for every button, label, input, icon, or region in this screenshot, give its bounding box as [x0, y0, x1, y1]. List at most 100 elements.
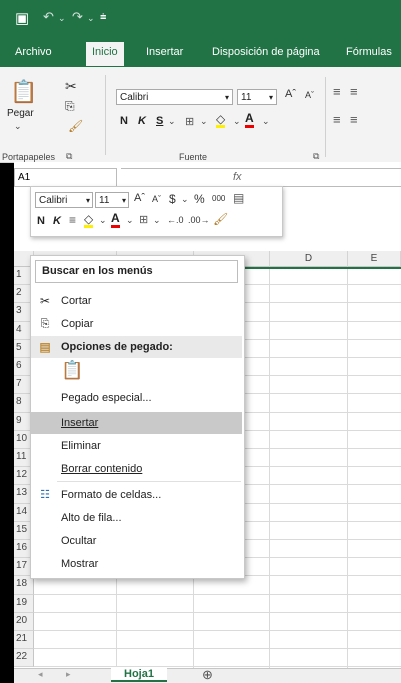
group-font-label: Fuente	[179, 152, 208, 162]
mini-font-size-select[interactable]: 11 ▾	[95, 192, 129, 208]
borders-icon[interactable]: ⊞	[185, 115, 194, 128]
paste-option-button[interactable]: 📋	[61, 360, 85, 384]
ribbon: 📋 Pegar ⌄ ✂ ⎘ 🖌 Calibri ▾ 11 ▾ Aˆ Aˇ ≡ ≡…	[0, 67, 401, 163]
tab-inicio[interactable]: Inicio	[86, 42, 124, 66]
font-size-select[interactable]: 11 ▾	[237, 89, 277, 105]
column-header-d[interactable]: D	[270, 251, 348, 267]
percent-button[interactable]: %	[194, 192, 205, 206]
formula-input[interactable]: fx	[121, 168, 401, 187]
dialog-launcher-icon[interactable]: ⧉	[313, 151, 319, 162]
save-icon[interactable]: ▣	[15, 9, 29, 27]
paste-label[interactable]: Pegar	[7, 108, 34, 119]
increase-decimal-icon[interactable]: ←.0	[167, 215, 184, 225]
increase-font-icon[interactable]: Aˆ	[134, 192, 145, 204]
increase-font-icon[interactable]: Aˆ	[285, 88, 296, 100]
menu-item-insert[interactable]: Insertar	[31, 412, 242, 434]
menu-search-input[interactable]: Buscar en los menús	[35, 260, 238, 283]
align-center-icon[interactable]: ≡	[69, 213, 76, 227]
cut-icon[interactable]: ✂	[65, 78, 77, 95]
undo-dropdown-icon[interactable]: ⌄	[58, 13, 66, 24]
mini-toolbar: Calibri ▾ 11 ▾ Aˆ Aˇ $ ⌄ % 000 ▤ N K ≡ ◇…	[30, 186, 283, 237]
chevron-down-icon[interactable]: ⌄	[99, 215, 107, 226]
tab-disposicion[interactable]: Disposición de página	[212, 46, 320, 58]
align-center-icon[interactable]: ≡	[350, 112, 358, 127]
menu-item-label: Formato de celdas...	[61, 489, 162, 501]
chevron-down-icon[interactable]: ⌄	[233, 116, 241, 127]
decrease-font-icon[interactable]: Aˇ	[152, 194, 161, 204]
column-header-e[interactable]: E	[348, 251, 401, 267]
decrease-font-icon[interactable]: Aˇ	[305, 90, 314, 100]
scroll-left-icon[interactable]: ◂	[38, 669, 43, 680]
menu-item-cut[interactable]: ✂ Cortar	[31, 290, 242, 312]
menu-item-clear-contents[interactable]: Borrar contenido	[31, 458, 242, 480]
font-color-icon[interactable]: A	[245, 112, 254, 128]
menu-item-label: Alto de fila...	[61, 512, 122, 524]
group-clipboard-label: Portapapeles	[2, 152, 56, 162]
fx-label[interactable]: fx	[233, 171, 242, 183]
font-name-select[interactable]: Calibri ▾	[116, 89, 233, 105]
chevron-down-icon: ▾	[268, 93, 273, 102]
fill-color-icon[interactable]: ◇	[84, 213, 94, 228]
thousands-button[interactable]: 000	[212, 194, 225, 203]
row-header[interactable]: 21	[14, 631, 34, 650]
align-top-icon[interactable]: ≡	[333, 84, 341, 99]
menu-item-hide[interactable]: Ocultar	[31, 530, 242, 552]
add-sheet-button[interactable]: ⊕	[202, 667, 213, 683]
paste-dropdown-icon[interactable]: ⌄	[14, 121, 22, 132]
tab-archivo[interactable]: Archivo	[15, 46, 52, 58]
decrease-decimal-icon[interactable]: .00→	[188, 215, 210, 225]
mini-italic-button[interactable]: K	[53, 215, 61, 227]
tab-insertar[interactable]: Insertar	[146, 46, 183, 58]
grid-line	[34, 611, 401, 613]
chevron-down-icon: ▾	[85, 196, 90, 205]
menu-item-paste-special[interactable]: Pegado especial...	[31, 387, 242, 409]
menu-item-label: Borrar contenido	[61, 463, 143, 475]
name-box[interactable]: A1	[14, 168, 117, 187]
tab-formulas[interactable]: Fórmulas	[346, 46, 392, 58]
menu-item-delete[interactable]: Eliminar	[31, 435, 242, 457]
redo-dropdown-icon[interactable]: ⌄	[87, 13, 95, 24]
mini-bold-button[interactable]: N	[37, 215, 45, 227]
copy-icon: ⎘	[40, 318, 50, 330]
menu-item-format-cells[interactable]: ☷ Formato de celdas...	[31, 484, 242, 506]
font-color-icon[interactable]: A	[111, 212, 120, 228]
menu-item-label: Mostrar	[61, 558, 99, 570]
undo-icon[interactable]: ↶	[43, 9, 54, 25]
currency-button[interactable]: $	[169, 192, 176, 206]
row-header[interactable]: 19	[14, 594, 34, 613]
row-header[interactable]: 20	[14, 612, 34, 631]
row-header[interactable]: 18	[14, 576, 34, 595]
customize-icon[interactable]: ⩧	[100, 11, 106, 24]
chevron-down-icon[interactable]: ⌄	[126, 215, 134, 226]
chevron-down-icon[interactable]: ⌄	[153, 215, 161, 226]
grid-line	[34, 593, 401, 595]
align-middle-icon[interactable]: ≡	[350, 84, 358, 99]
menu-item-row-height[interactable]: Alto de fila...	[31, 507, 242, 529]
underline-button[interactable]: S	[156, 115, 163, 127]
format-painter-icon[interactable]: 🖌	[213, 212, 228, 226]
fill-color-icon[interactable]: ◇	[216, 113, 226, 128]
sheet-tab-hoja1[interactable]: Hoja1	[111, 667, 167, 682]
chevron-down-icon[interactable]: ⌄	[181, 194, 189, 205]
format-painter-icon[interactable]: 🖌	[68, 119, 83, 133]
chevron-down-icon[interactable]: ⌄	[262, 116, 270, 127]
dialog-launcher-icon[interactable]: ⧉	[66, 151, 72, 162]
italic-button[interactable]: K	[138, 115, 146, 127]
bold-button[interactable]: N	[120, 115, 128, 127]
paste-icon[interactable]: 📋	[10, 79, 37, 105]
font-name-value: Calibri	[120, 92, 149, 103]
redo-icon[interactable]: ↷	[72, 9, 83, 25]
borders-icon[interactable]: ⊞	[139, 213, 148, 226]
copy-icon[interactable]: ⎘	[65, 99, 75, 114]
menu-item-unhide[interactable]: Mostrar	[31, 553, 242, 575]
chevron-down-icon: ▾	[121, 196, 126, 205]
row-header[interactable]: 22	[14, 649, 34, 668]
align-left-icon[interactable]: ≡	[333, 112, 341, 127]
format-table-icon[interactable]: ▤	[233, 191, 244, 205]
mini-font-size-value: 11	[99, 195, 110, 206]
scroll-right-icon[interactable]: ▸	[66, 669, 71, 680]
chevron-down-icon[interactable]: ⌄	[168, 116, 176, 127]
chevron-down-icon[interactable]: ⌄	[200, 116, 208, 127]
mini-font-name-select[interactable]: Calibri ▾	[35, 192, 93, 208]
menu-item-copy[interactable]: ⎘ Copiar	[31, 313, 242, 335]
